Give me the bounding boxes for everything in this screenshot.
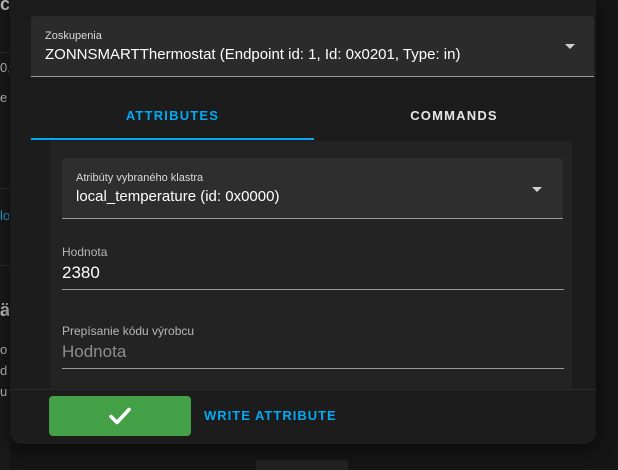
background-divider bbox=[0, 265, 10, 266]
cluster-select-label: Zoskupenia bbox=[45, 30, 102, 42]
attribute-select[interactable]: Atribúty vybraného klastra local_tempera… bbox=[62, 158, 563, 219]
tab-attributes[interactable]: ATTRIBUTES bbox=[31, 92, 314, 138]
background-divider bbox=[0, 188, 10, 189]
dialog-actions: WRITE ATTRIBUTE bbox=[10, 389, 596, 444]
value-field-value[interactable]: 2380 bbox=[62, 263, 100, 283]
background-text: 0, bbox=[0, 60, 9, 75]
manufacturer-override-input[interactable] bbox=[62, 342, 542, 362]
background-text: ä bbox=[0, 300, 9, 320]
manufacturer-override-label: Prepísanie kódu výrobcu bbox=[62, 324, 195, 338]
manufacturer-override-field[interactable]: Prepísanie kódu výrobcu bbox=[62, 316, 564, 369]
tab-commands[interactable]: COMMANDS bbox=[314, 92, 594, 138]
write-attribute-button[interactable]: WRITE ATTRIBUTE bbox=[204, 408, 337, 423]
chevron-down-icon[interactable] bbox=[565, 44, 575, 49]
background-divider bbox=[0, 52, 10, 53]
zigbee-cluster-dialog: Zoskupenia ZONNSMARTThermostat (Endpoint… bbox=[10, 0, 596, 444]
attributes-panel: Atribúty vybraného klastra local_tempera… bbox=[50, 141, 572, 389]
active-tab-indicator bbox=[31, 138, 314, 140]
tab-bar: ATTRIBUTES COMMANDS bbox=[31, 92, 594, 141]
background-link: lo bbox=[0, 208, 9, 223]
background-text: c bbox=[0, 0, 9, 14]
background-text: o bbox=[0, 342, 8, 357]
background-text: u bbox=[0, 384, 8, 399]
chevron-down-icon[interactable] bbox=[532, 187, 542, 192]
check-icon bbox=[109, 407, 131, 425]
cluster-select-value: ZONNSMARTThermostat (Endpoint id: 1, Id:… bbox=[45, 46, 461, 63]
background-text: d bbox=[0, 363, 8, 378]
confirm-button[interactable] bbox=[49, 396, 191, 436]
attribute-select-value: local_temperature (id: 0x0000) bbox=[76, 188, 280, 205]
background-bottom-bar bbox=[256, 460, 348, 470]
attribute-select-label: Atribúty vybraného klastra bbox=[76, 172, 204, 184]
cluster-select[interactable]: Zoskupenia ZONNSMARTThermostat (Endpoint… bbox=[31, 16, 594, 77]
value-field-label: Hodnota bbox=[62, 245, 108, 259]
value-field[interactable]: Hodnota 2380 bbox=[62, 237, 564, 290]
background-text: e bbox=[0, 90, 8, 105]
